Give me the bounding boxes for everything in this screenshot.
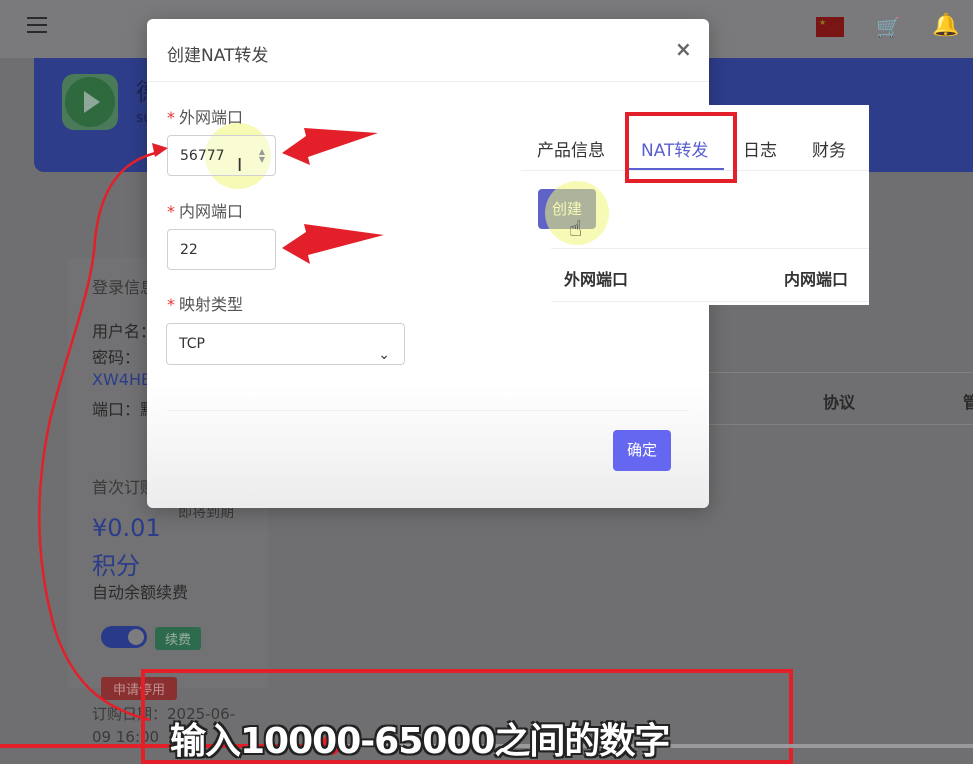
curved-arrow-icon (38, 150, 161, 722)
arrow-internal-port-icon (282, 224, 384, 264)
annotation-overlay (38, 128, 384, 722)
video-subtitle: 输入10000-65000之间的数字 (170, 721, 670, 762)
arrow-external-port-icon (282, 128, 378, 165)
curved-arrow-head-icon (152, 143, 168, 157)
